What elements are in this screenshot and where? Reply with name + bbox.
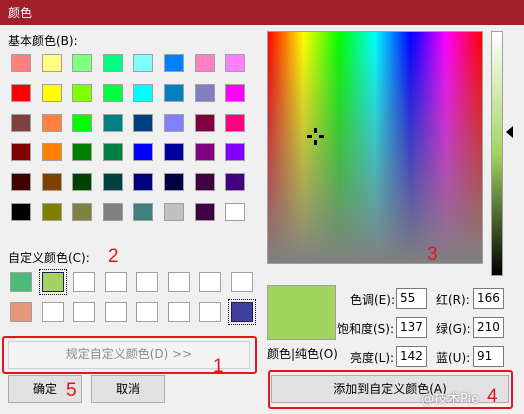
window-title: 颜色 xyxy=(8,6,33,20)
basic-color-swatch[interactable] xyxy=(41,173,62,192)
basic-color-swatch[interactable] xyxy=(194,173,215,192)
annotation-3: 3 xyxy=(427,244,438,265)
basic-color-swatch[interactable] xyxy=(133,83,154,102)
basic-color-swatch[interactable] xyxy=(11,203,31,221)
hue-field[interactable]: 55 xyxy=(396,288,427,309)
basic-color-swatch[interactable] xyxy=(133,203,154,221)
custom-color-swatch[interactable] xyxy=(199,272,221,292)
blue-field[interactable]: 91 xyxy=(473,346,504,367)
basic-color-swatch[interactable] xyxy=(72,203,93,221)
basic-color-swatch[interactable] xyxy=(11,54,31,72)
cancel-button[interactable]: 取消 xyxy=(91,375,165,403)
basic-color-swatch[interactable] xyxy=(164,54,184,72)
luminance-arrow-icon[interactable] xyxy=(506,126,513,138)
basic-color-swatch[interactable] xyxy=(102,203,123,221)
basic-color-swatch[interactable] xyxy=(11,143,31,162)
basic-color-swatch[interactable] xyxy=(164,83,184,102)
custom-color-swatch[interactable] xyxy=(167,272,190,292)
basic-color-swatch[interactable] xyxy=(41,203,62,221)
custom-color-swatch[interactable] xyxy=(10,272,32,292)
blue-label: 蓝(U): xyxy=(436,351,471,365)
red-label: 红(R): xyxy=(436,293,470,307)
custom-color-swatch[interactable] xyxy=(73,302,95,322)
basic-color-swatch[interactable] xyxy=(133,54,154,72)
hue-label: 色调(E): xyxy=(350,293,395,307)
basic-color-swatch[interactable] xyxy=(225,83,246,102)
basic-color-swatch[interactable] xyxy=(225,173,246,192)
basic-color-swatch[interactable] xyxy=(133,173,154,192)
preview-label: 颜色|纯色(O) xyxy=(267,347,338,361)
basic-color-swatch[interactable] xyxy=(41,83,62,102)
basic-color-swatch[interactable] xyxy=(72,54,93,72)
basic-color-swatch[interactable] xyxy=(194,54,215,72)
basic-color-swatch[interactable] xyxy=(164,203,184,221)
basic-color-swatch[interactable] xyxy=(225,113,246,132)
custom-color-swatch[interactable] xyxy=(38,269,67,295)
annotation-2: 2 xyxy=(108,246,119,267)
custom-color-swatch[interactable] xyxy=(73,272,95,292)
basic-color-swatch[interactable] xyxy=(102,83,123,102)
basic-color-swatch[interactable] xyxy=(164,143,184,162)
basic-color-swatch[interactable] xyxy=(225,54,246,72)
color-preview xyxy=(267,285,336,340)
basic-color-swatch[interactable] xyxy=(194,83,215,102)
custom-color-swatch[interactable] xyxy=(136,272,158,292)
basic-color-swatch[interactable] xyxy=(11,173,31,192)
basic-color-swatch[interactable] xyxy=(72,143,93,162)
luminance-slider[interactable] xyxy=(491,31,503,276)
basic-color-swatch[interactable] xyxy=(225,203,246,221)
custom-color-swatch[interactable] xyxy=(136,302,158,322)
basic-color-swatch[interactable] xyxy=(164,113,184,132)
green-field[interactable]: 210 xyxy=(473,317,504,338)
red-field[interactable]: 166 xyxy=(473,288,504,309)
basic-color-swatch[interactable] xyxy=(11,113,31,132)
basic-color-swatch[interactable] xyxy=(164,173,184,192)
custom-color-swatch[interactable] xyxy=(10,302,32,322)
custom-color-swatch[interactable] xyxy=(104,302,127,322)
basic-color-swatch[interactable] xyxy=(102,54,123,72)
custom-colors-label: 自定义颜色(C): xyxy=(8,251,90,265)
basic-color-swatch[interactable] xyxy=(72,113,93,132)
basic-color-swatch[interactable] xyxy=(72,173,93,192)
custom-color-swatch[interactable] xyxy=(167,302,190,322)
color-spectrum[interactable] xyxy=(267,31,483,264)
basic-color-swatch[interactable] xyxy=(102,113,123,132)
crosshair-icon[interactable] xyxy=(307,128,324,145)
basic-color-swatch[interactable] xyxy=(41,54,62,72)
custom-color-swatch[interactable] xyxy=(227,299,256,325)
annotation-1: 1 xyxy=(213,356,224,377)
green-label: 绿(G): xyxy=(436,322,471,336)
custom-color-swatch[interactable] xyxy=(230,272,253,292)
basic-color-swatch[interactable] xyxy=(194,203,215,221)
basic-color-swatch[interactable] xyxy=(72,83,93,102)
title-bar: 颜色 xyxy=(0,0,524,25)
basic-color-swatch[interactable] xyxy=(194,113,215,132)
annotation-4: 4 xyxy=(487,386,498,407)
basic-color-swatch[interactable] xyxy=(102,143,123,162)
basic-color-swatch[interactable] xyxy=(102,173,123,192)
custom-color-swatch[interactable] xyxy=(41,302,64,322)
annotation-5: 5 xyxy=(66,380,77,401)
basic-color-swatch[interactable] xyxy=(41,113,62,132)
custom-color-swatch[interactable] xyxy=(199,302,221,322)
watermark: @技术Pie xyxy=(421,392,480,407)
basic-color-swatch[interactable] xyxy=(133,143,154,162)
custom-color-swatch[interactable] xyxy=(104,272,127,292)
sat-field[interactable]: 137 xyxy=(396,317,427,338)
basic-color-swatch[interactable] xyxy=(41,143,62,162)
basic-colors-label: 基本颜色(B): xyxy=(8,34,78,48)
basic-color-swatch[interactable] xyxy=(225,143,246,162)
basic-color-swatch[interactable] xyxy=(194,143,215,162)
lum-field[interactable]: 142 xyxy=(396,346,427,367)
sat-label: 饱和度(S): xyxy=(337,322,395,336)
basic-color-swatch[interactable] xyxy=(133,113,154,132)
basic-color-swatch[interactable] xyxy=(11,83,31,102)
lum-label: 亮度(L): xyxy=(350,351,395,365)
